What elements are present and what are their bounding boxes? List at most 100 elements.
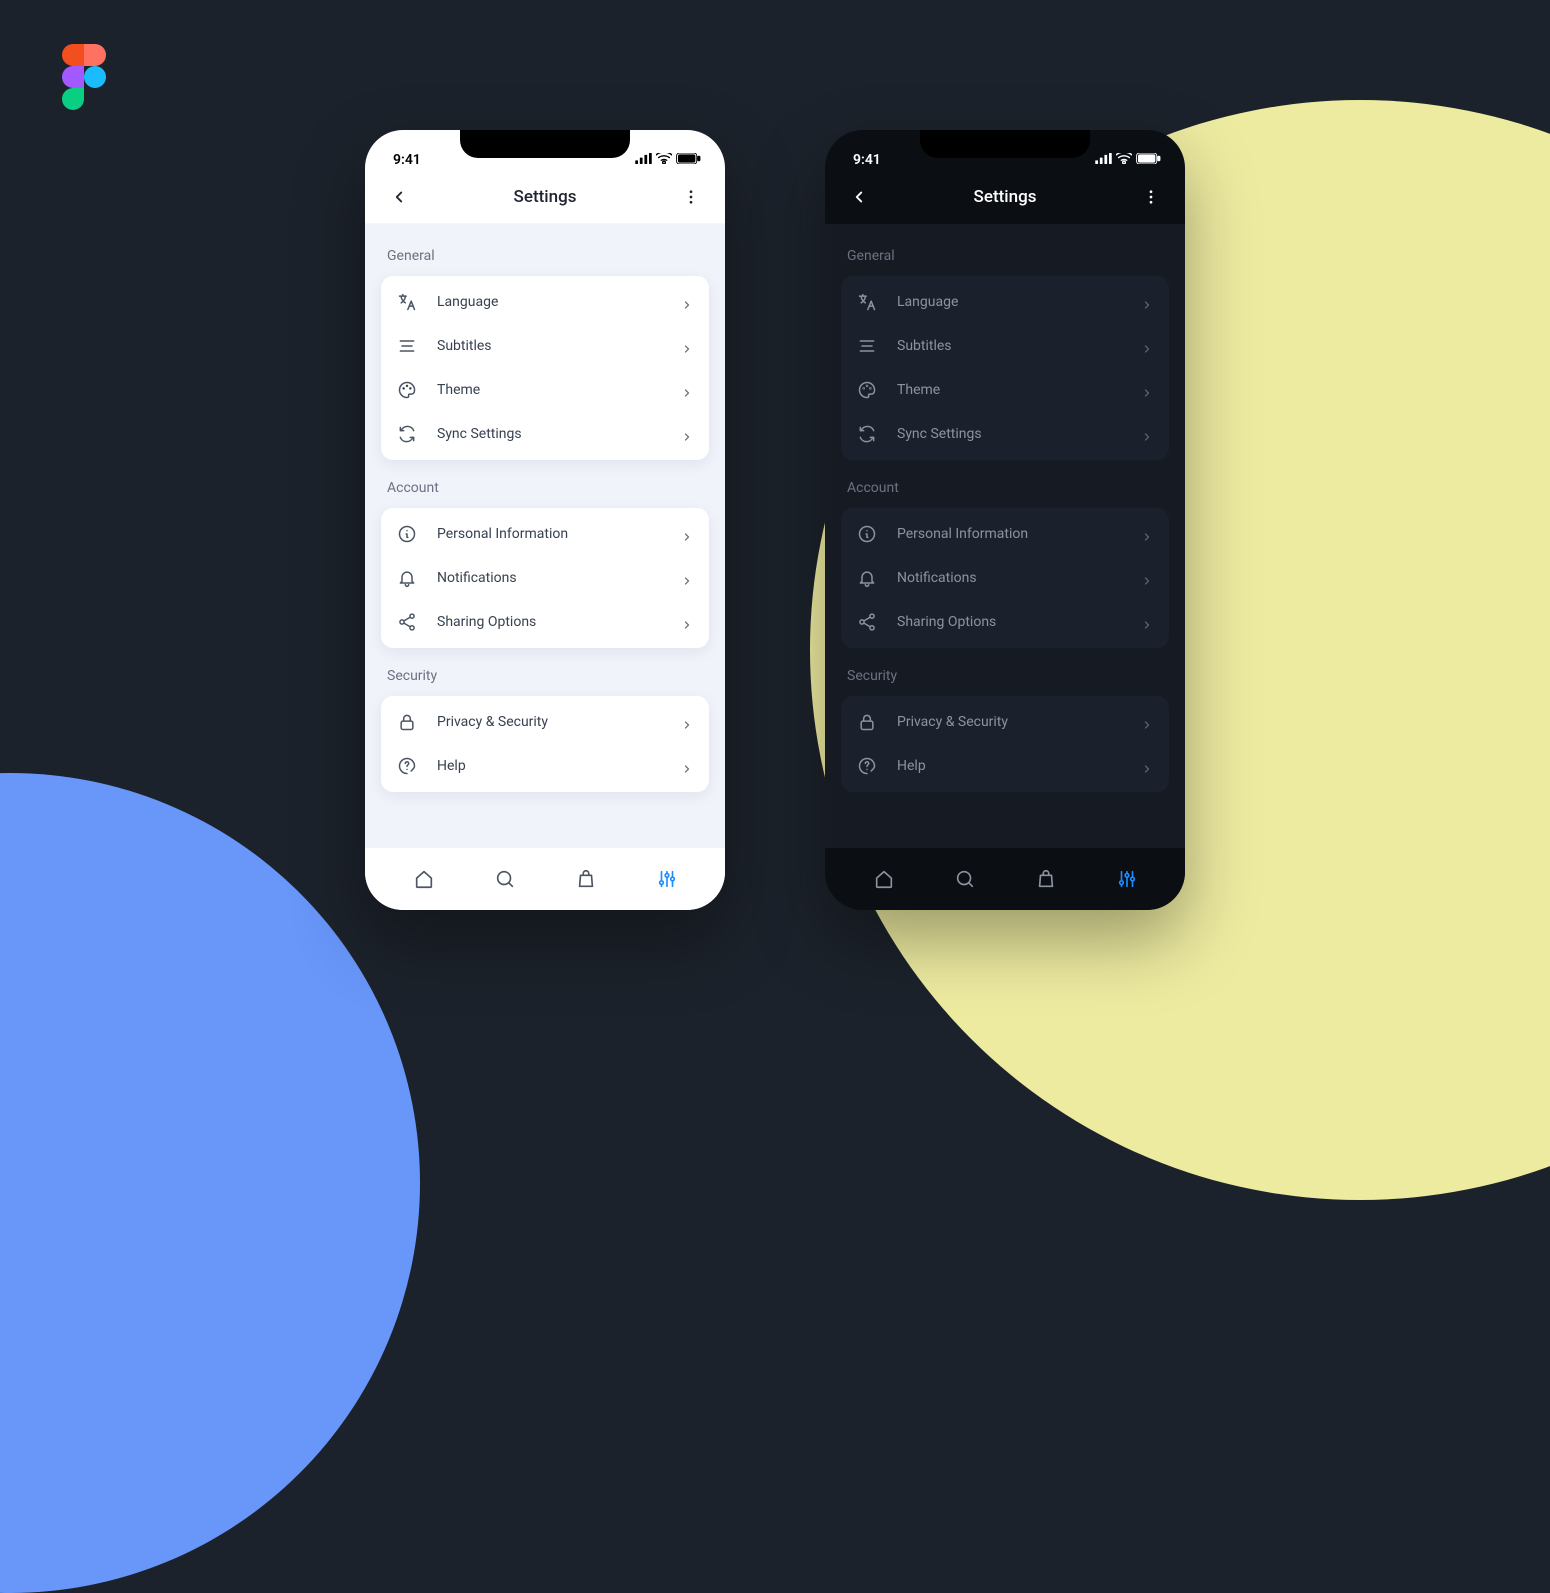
nav-sliders[interactable]: [1107, 859, 1147, 899]
settings-row-theme[interactable]: Theme: [841, 368, 1169, 412]
nav-search[interactable]: [945, 859, 985, 899]
settings-row-help[interactable]: Help: [841, 744, 1169, 788]
section-label-account: Account: [387, 480, 703, 496]
settings-row-sharing-options[interactable]: Sharing Options: [381, 600, 709, 644]
settings-card-general: Language Subtitles Theme: [841, 276, 1169, 460]
row-label: Personal Information: [437, 526, 661, 542]
nav-sliders[interactable]: [647, 859, 687, 899]
bottom-nav: [825, 848, 1185, 910]
translate-icon: [857, 292, 877, 312]
signal-icon: [635, 152, 652, 168]
section-label-security: Security: [387, 668, 703, 684]
help-icon: [397, 756, 417, 776]
page-title: Settings: [974, 187, 1037, 207]
battery-icon: [676, 152, 701, 168]
settings-row-subtitles[interactable]: Subtitles: [381, 324, 709, 368]
settings-row-language[interactable]: Language: [381, 280, 709, 324]
chevron-right-icon: [681, 428, 693, 440]
chevron-right-icon: [1141, 716, 1153, 728]
content-scroll[interactable]: General Language Subtitles Theme: [365, 224, 725, 848]
header: Settings: [825, 170, 1185, 224]
chevron-right-icon: [681, 716, 693, 728]
help-icon: [857, 756, 877, 776]
header: Settings: [365, 170, 725, 224]
chevron-right-icon: [681, 760, 693, 772]
row-label: Sharing Options: [437, 614, 661, 630]
chevron-right-icon: [1141, 528, 1153, 540]
settings-card-security: Privacy & Security Help: [841, 696, 1169, 792]
section-label-general: General: [387, 248, 703, 264]
settings-card-account: Personal Information Notifications Shari…: [841, 508, 1169, 648]
settings-row-personal-information[interactable]: Personal Information: [381, 512, 709, 556]
row-label: Subtitles: [897, 338, 1121, 354]
row-label: Notifications: [897, 570, 1121, 586]
section-label-account: Account: [847, 480, 1163, 496]
palette-icon: [857, 380, 877, 400]
more-button[interactable]: [677, 183, 705, 211]
chevron-right-icon: [681, 384, 693, 396]
bell-icon: [397, 568, 417, 588]
chevron-right-icon: [681, 528, 693, 540]
wifi-icon: [656, 152, 672, 168]
sync-icon: [857, 424, 877, 444]
back-button[interactable]: [845, 183, 873, 211]
phone-notch: [460, 130, 630, 158]
translate-icon: [397, 292, 417, 312]
settings-row-notifications[interactable]: Notifications: [841, 556, 1169, 600]
content-scroll[interactable]: General Language Subtitles Theme: [825, 224, 1185, 848]
settings-row-subtitles[interactable]: Subtitles: [841, 324, 1169, 368]
settings-row-sync-settings[interactable]: Sync Settings: [841, 412, 1169, 456]
row-label: Theme: [437, 382, 661, 398]
settings-card-general: Language Subtitles Theme: [381, 276, 709, 460]
lock-icon: [397, 712, 417, 732]
section-label-security: Security: [847, 668, 1163, 684]
nav-search[interactable]: [485, 859, 525, 899]
row-label: Privacy & Security: [437, 714, 661, 730]
settings-card-account: Personal Information Notifications Shari…: [381, 508, 709, 648]
sync-icon: [397, 424, 417, 444]
more-button[interactable]: [1137, 183, 1165, 211]
chevron-right-icon: [1141, 296, 1153, 308]
palette-icon: [397, 380, 417, 400]
info-icon: [397, 524, 417, 544]
chevron-right-icon: [681, 572, 693, 584]
nav-home[interactable]: [404, 859, 444, 899]
chevron-right-icon: [1141, 384, 1153, 396]
settings-row-sharing-options[interactable]: Sharing Options: [841, 600, 1169, 644]
settings-row-privacy-security[interactable]: Privacy & Security: [381, 700, 709, 744]
row-label: Personal Information: [897, 526, 1121, 542]
nav-bag[interactable]: [1026, 859, 1066, 899]
chevron-right-icon: [1141, 616, 1153, 628]
phone-dark: 9:41 Settings General Language: [825, 130, 1185, 910]
page-title: Settings: [514, 187, 577, 207]
chevron-right-icon: [1141, 572, 1153, 584]
battery-icon: [1136, 152, 1161, 168]
status-time: 9:41: [853, 152, 881, 168]
settings-row-language[interactable]: Language: [841, 280, 1169, 324]
signal-icon: [1095, 152, 1112, 168]
settings-row-notifications[interactable]: Notifications: [381, 556, 709, 600]
row-label: Sync Settings: [897, 426, 1121, 442]
settings-card-security: Privacy & Security Help: [381, 696, 709, 792]
lock-icon: [857, 712, 877, 732]
share-icon: [857, 612, 877, 632]
settings-row-personal-information[interactable]: Personal Information: [841, 512, 1169, 556]
chevron-right-icon: [681, 296, 693, 308]
row-label: Language: [897, 294, 1121, 310]
share-icon: [397, 612, 417, 632]
settings-row-help[interactable]: Help: [381, 744, 709, 788]
row-label: Notifications: [437, 570, 661, 586]
bell-icon: [857, 568, 877, 588]
chevron-right-icon: [681, 616, 693, 628]
row-label: Sharing Options: [897, 614, 1121, 630]
settings-row-privacy-security[interactable]: Privacy & Security: [841, 700, 1169, 744]
back-button[interactable]: [385, 183, 413, 211]
row-label: Privacy & Security: [897, 714, 1121, 730]
section-label-general: General: [847, 248, 1163, 264]
row-label: Help: [437, 758, 661, 774]
nav-bag[interactable]: [566, 859, 606, 899]
settings-row-sync-settings[interactable]: Sync Settings: [381, 412, 709, 456]
nav-home[interactable]: [864, 859, 904, 899]
chevron-right-icon: [681, 340, 693, 352]
settings-row-theme[interactable]: Theme: [381, 368, 709, 412]
